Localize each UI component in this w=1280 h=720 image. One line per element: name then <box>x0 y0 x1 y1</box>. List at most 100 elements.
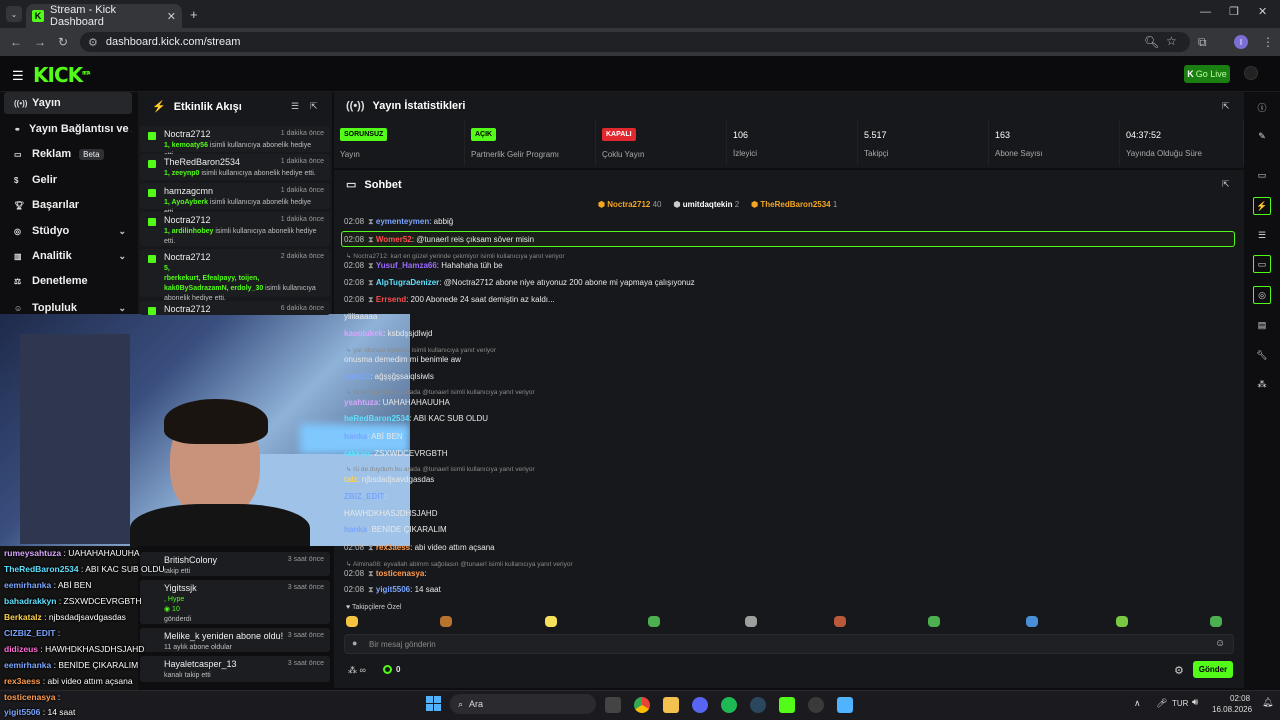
wrench-icon[interactable]: 🔧︎ <box>1255 348 1269 362</box>
edit-icon[interactable]: ✎ <box>1255 129 1269 143</box>
emote-icon[interactable] <box>1026 616 1038 627</box>
mic-icon[interactable]: 🎤︎ <box>1156 698 1167 709</box>
emote-icon[interactable] <box>648 616 660 627</box>
sidebar-item-4[interactable]: 🏆︎ Başarılar <box>4 194 132 216</box>
top-gifter[interactable]: ⬢ umitdaqtekin 2 <box>673 200 739 209</box>
chat-username[interactable]: nuro11 <box>344 372 370 381</box>
volume-icon[interactable]: 🔊︎ <box>1192 697 1198 708</box>
activity-username[interactable]: Noctra2712 <box>164 215 211 225</box>
user-avatar[interactable] <box>1244 66 1258 80</box>
chat-username[interactable]: ZBIZ_EDIT <box>344 492 384 501</box>
activity-username[interactable]: Noctra2712 <box>164 252 211 262</box>
close-window-button[interactable]: ✕ <box>1258 5 1267 18</box>
sidebar-item-8[interactable]: ☺ Topluluk ⌄ <box>4 297 132 319</box>
notification-icon[interactable]: 🔔︎ <box>1262 697 1273 708</box>
windows-start-icon[interactable] <box>426 696 441 711</box>
sidebar-item-5[interactable]: ◎ Stüdyo ⌄ <box>4 220 132 242</box>
sidebar-item-2[interactable]: ▭ Reklam Beta <box>4 143 132 165</box>
chat-popout-icon[interactable]: ⇱ <box>1222 179 1230 190</box>
chat-username[interactable]: Womer52 <box>376 235 412 244</box>
top-gifter[interactable]: ⬢ TheRedBaron2534 1 <box>751 200 837 209</box>
sidebar-item-1[interactable]: ⚭ Yayın Bağlantısı ve Anahtarı <box>4 118 132 140</box>
discord-icon[interactable] <box>692 697 708 713</box>
chat-input[interactable] <box>344 634 1234 654</box>
chat-username[interactable]: talz <box>344 475 357 484</box>
tab-list-button[interactable]: ⌄ <box>6 6 22 22</box>
clock-date[interactable]: 16.08.2026 <box>1212 705 1252 714</box>
stats-rail-icon[interactable]: ◎ <box>1253 286 1271 304</box>
zoom-icon[interactable]: 🔍︎ <box>1144 35 1159 49</box>
stats-popout-icon[interactable]: ⇱ <box>1222 101 1230 112</box>
chat-settings-icon[interactable]: ⚙ <box>1174 664 1184 677</box>
sidebar-item-7[interactable]: ⚖ Denetleme <box>4 270 132 292</box>
share-icon[interactable]: ⁂ <box>1255 377 1269 391</box>
restore-button[interactable]: ❐ <box>1229 5 1239 18</box>
chat-username[interactable]: heRedBaron2534 <box>344 414 409 423</box>
activity-username[interactable]: Melike_k yeniden abone oldu! <box>164 631 283 641</box>
chat-username[interactable]: rakkyn <box>344 449 370 458</box>
player-icon[interactable]: ▭ <box>1255 168 1269 182</box>
new-tab-button[interactable]: + <box>190 7 198 22</box>
language-indicator[interactable]: TUR <box>1172 699 1188 708</box>
chat-username[interactable]: rex3aess <box>376 543 410 552</box>
chat-username[interactable]: tosticenasya <box>376 569 424 578</box>
task-view-icon[interactable] <box>605 697 621 713</box>
chat-username[interactable]: yigit5506 <box>376 585 410 594</box>
sidebar-item-3[interactable]: $ Gelir <box>4 169 132 191</box>
chevron-down-icon[interactable]: ⌄ <box>118 226 126 237</box>
sidebar-item-6[interactable]: ▥ Analitik ⌄ <box>4 245 132 267</box>
chat-username[interactable]: kaoolukek <box>344 329 383 338</box>
activity-username[interactable]: hamzagcmn <box>164 186 213 196</box>
site-info-icon[interactable]: ⚙ <box>88 36 98 49</box>
popout-icon[interactable]: ⇱ <box>310 101 318 112</box>
emote-icon[interactable] <box>440 616 452 627</box>
list-icon[interactable]: ☰ <box>1255 228 1269 242</box>
emote-icon[interactable] <box>346 616 358 627</box>
chevron-down-icon[interactable]: ⌄ <box>118 303 126 314</box>
emote-icon[interactable] <box>1210 616 1222 627</box>
chat-username[interactable]: ysahtuza <box>344 398 378 407</box>
chat-username[interactable]: Errsend <box>376 295 406 304</box>
emote-icon[interactable] <box>545 616 557 627</box>
browser-tab[interactable]: K Stream - Kick Dashboard ✕ <box>26 4 182 28</box>
chat-rail-icon[interactable]: ▭ <box>1253 255 1271 273</box>
back-icon[interactable]: ← <box>10 35 22 49</box>
chat-username[interactable]: hanka <box>344 432 367 441</box>
filter-icon[interactable]: ☰ <box>291 101 299 112</box>
info-icon[interactable]: ⓘ <box>1255 100 1269 114</box>
address-bar[interactable]: ⚙ dashboard.kick.com/stream <box>80 32 1190 52</box>
server-icon[interactable]: ▤ <box>1255 318 1269 332</box>
chat-username[interactable]: Yusuf_Hamza66 <box>376 261 437 270</box>
activity-rail-icon[interactable]: ⚡ <box>1253 197 1271 215</box>
emote-icon[interactable] <box>834 616 846 627</box>
forward-icon[interactable]: → <box>34 35 46 49</box>
close-tab-icon[interactable]: ✕ <box>167 10 176 23</box>
browser-menu-icon[interactable]: ⋮ <box>1262 35 1274 49</box>
send-button[interactable]: Gönder <box>1193 661 1233 678</box>
obs-icon[interactable] <box>808 697 824 713</box>
bookmark-star-icon[interactable]: ☆ <box>1166 34 1177 48</box>
profile-avatar[interactable]: I <box>1234 35 1248 49</box>
file-explorer-icon[interactable] <box>663 697 679 713</box>
kick-logo[interactable]: KICKBETA <box>33 63 90 87</box>
clock-time[interactable]: 02:08 <box>1230 694 1250 703</box>
minimize-button[interactable]: — <box>1200 6 1211 18</box>
emote-icon[interactable] <box>1116 616 1128 627</box>
chat-username[interactable]: eymenteymen <box>376 217 429 226</box>
activity-username[interactable]: Yigitssjk <box>164 583 197 593</box>
chrome-icon[interactable] <box>634 697 650 713</box>
activity-username[interactable]: Noctra2712 <box>164 304 211 314</box>
top-gifter[interactable]: ⬢ Noctra2712 40 <box>598 200 661 209</box>
reload-icon[interactable]: ↻ <box>58 35 68 49</box>
taskbar-search[interactable]: ⌕ Ara <box>450 694 596 714</box>
activity-username[interactable]: TheRedBaron2534 <box>164 157 240 167</box>
go-live-button[interactable]: K Go Live <box>1184 65 1230 83</box>
spotify-icon[interactable] <box>721 697 737 713</box>
chat-username[interactable]: hanka <box>344 525 367 534</box>
emote-icon[interactable] <box>928 616 940 627</box>
activity-username[interactable]: BritishColony <box>164 555 217 565</box>
activity-username[interactable]: Noctra2712 <box>164 129 211 139</box>
activity-username[interactable]: Hayaletcasper_13 <box>164 659 237 669</box>
chat-username[interactable]: AlpTugraDenizer <box>376 278 439 287</box>
system-tray-chevron-icon[interactable]: ∧ <box>1134 698 1141 709</box>
